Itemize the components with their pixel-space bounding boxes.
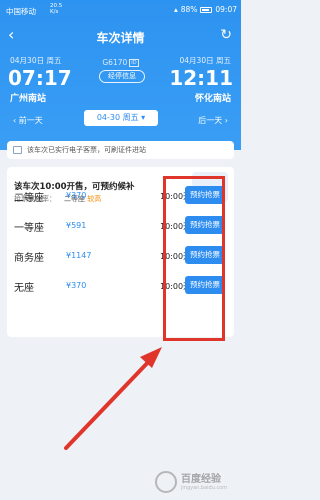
watermark: 百度经验 jingyan.baidu.com [155, 468, 241, 496]
watermark-logo [155, 471, 177, 493]
annotation-arrow [64, 347, 162, 450]
arrow-shaft [64, 354, 156, 450]
